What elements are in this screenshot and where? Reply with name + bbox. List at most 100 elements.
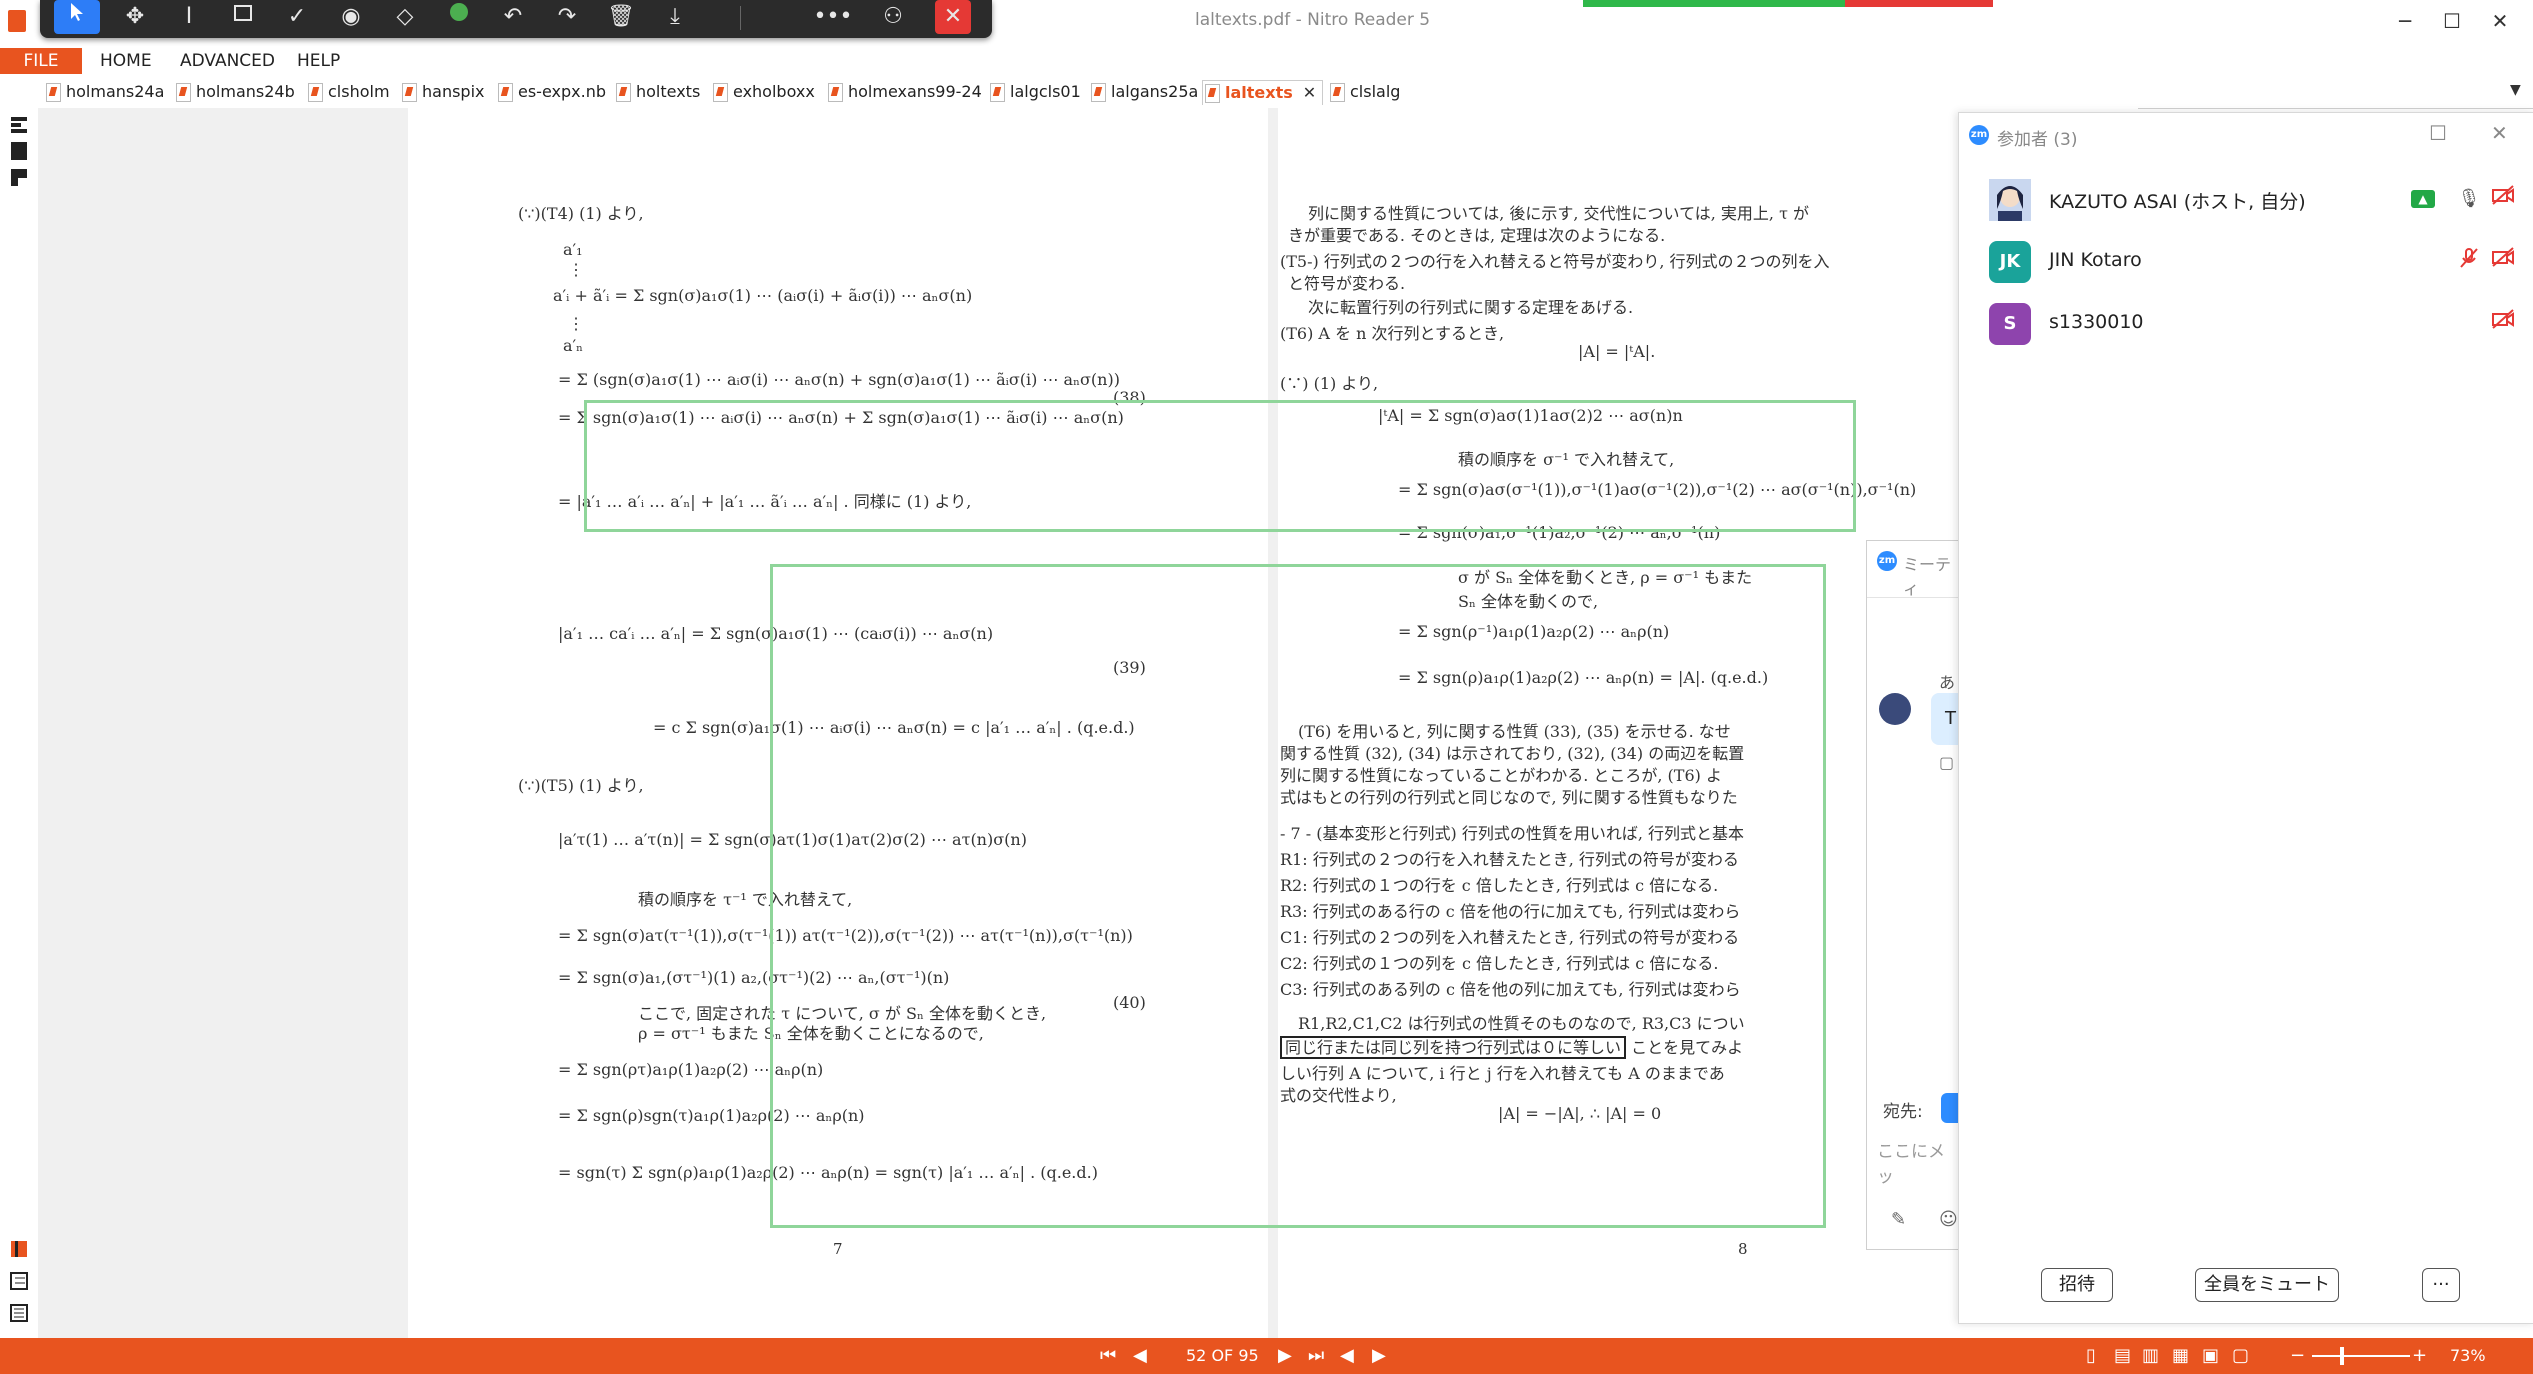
participant-row[interactable]: S s1330010 (1959, 295, 2533, 351)
next-page-icon[interactable]: ▶ (1278, 1343, 1292, 1369)
output-panel-icon[interactable] (8, 1302, 30, 1324)
window-title: laltexts.pdf - Nitro Reader 5 (1195, 10, 1431, 30)
tab-clslalg[interactable]: clslalg (1328, 80, 1400, 104)
redo-icon[interactable]: ↷ (544, 0, 590, 34)
close-icon[interactable]: ✕ (935, 0, 971, 34)
doc-line: 次に転置行列の行列式に関する定理をあげる. (1308, 298, 1634, 317)
tab-hanspix[interactable]: hanspix (400, 80, 485, 104)
doc-line: と符号が変わる. (1288, 274, 1406, 293)
rectangle-icon[interactable] (220, 0, 266, 34)
nitro-logo-icon (8, 10, 26, 32)
more-icon[interactable]: ••• (810, 0, 856, 34)
status-bar: ⏮ ◀ 52 OF 95 ▶ ⏭ ◀ ▶ ▯ ▤ ▥ ▦ ▣ ▢ − + 73% (0, 1338, 2533, 1374)
undo-icon[interactable]: ↶ (490, 0, 536, 34)
tab-clsholm[interactable]: clsholm (306, 80, 390, 104)
close-panel-icon[interactable]: ✕ (2491, 121, 2508, 145)
close-tab-icon[interactable]: ✕ (1303, 83, 1316, 102)
fit-width-icon[interactable]: ▢ (2232, 1343, 2249, 1369)
check-icon[interactable]: ✓ (274, 0, 320, 34)
tab-holmans24b[interactable]: holmans24b (174, 80, 295, 104)
pdf-icon (1330, 83, 1345, 102)
first-page-icon[interactable]: ⏮ (1100, 1343, 1116, 1369)
layers-panel-icon[interactable] (8, 1270, 30, 1292)
minimize-button[interactable]: ─ (2385, 6, 2425, 36)
format-icon[interactable]: ✎ (1891, 1209, 1906, 1230)
more-options-button[interactable]: ··· (2422, 1268, 2460, 1302)
tab-es-expx[interactable]: es-expx.nb (496, 80, 606, 104)
previous-view-icon[interactable]: ◀ (1340, 1343, 1354, 1369)
pages-panel-icon[interactable] (8, 114, 30, 136)
tab-lalgans25a[interactable]: lalgans25a (1089, 80, 1198, 104)
bookmarks-panel-icon[interactable] (8, 140, 30, 162)
microphone-muted-icon[interactable] (2455, 247, 2483, 275)
text-cursor-icon[interactable]: I (166, 0, 212, 34)
menu-advanced[interactable]: ADVANCED (180, 48, 275, 74)
participant-row[interactable]: JK JIN Kotaro (1959, 233, 2533, 289)
document-viewport[interactable]: (∵)(T4) (1) より, a′₁ ⋮ a′ᵢ + ã′ᵢ = Σ sgn(… (38, 108, 2138, 1338)
pdf-icon (308, 83, 323, 102)
facing-continuous-view-icon[interactable]: ▦ (2172, 1343, 2189, 1369)
comments-panel-icon[interactable] (8, 166, 30, 188)
invite-button[interactable]: 招待 (2041, 1268, 2113, 1302)
ribbon (0, 46, 2533, 76)
pdf-icon (828, 83, 843, 102)
single-page-view-icon[interactable]: ▯ (2086, 1343, 2096, 1369)
tab-holmans24a[interactable]: holmans24a (44, 80, 164, 104)
highlight-rectangle (584, 400, 1856, 532)
maximize-button[interactable]: ☐ (2432, 6, 2472, 36)
share-icon[interactable]: ⚇ (870, 0, 916, 34)
continuous-view-icon[interactable]: ▤ (2114, 1343, 2131, 1369)
avatar: S (1989, 303, 2031, 345)
page-indicator[interactable]: 52 OF 95 (1186, 1343, 1259, 1369)
tab-lalgcls01[interactable]: lalgcls01 (988, 80, 1081, 104)
doc-line: ⋮ (568, 314, 584, 333)
zoom-slider-thumb[interactable] (2340, 1347, 2344, 1365)
participants-title: 参加者 (3) (1997, 130, 2078, 150)
zoom-out-icon[interactable]: − (2290, 1343, 2305, 1369)
tab-list-chevron-icon[interactable]: ▼ (2510, 82, 2521, 98)
menu-home[interactable]: HOME (100, 48, 152, 74)
select-arrow-icon[interactable] (54, 0, 100, 34)
zoom-in-icon[interactable]: + (2412, 1343, 2427, 1369)
doc-line: |A| = |ᵗA|. (1578, 342, 1656, 361)
menu-help[interactable]: HELP (297, 48, 340, 74)
comment-icon[interactable]: ▢ (1939, 753, 1954, 772)
mute-all-button[interactable]: 全員をミュート (2195, 1268, 2339, 1302)
sender-avatar (1879, 693, 1911, 725)
delete-icon[interactable]: 🗑 (598, 0, 644, 34)
video-off-icon[interactable] (2489, 247, 2517, 275)
eraser-icon[interactable]: ◇ (382, 0, 428, 34)
download-icon[interactable]: ⤓ (652, 0, 698, 34)
previous-page-icon[interactable]: ◀ (1133, 1343, 1147, 1369)
doc-line: a′₁ (563, 240, 583, 259)
video-off-icon[interactable] (2489, 309, 2517, 337)
emoji-icon[interactable]: ☺ (1939, 1209, 1958, 1230)
popout-icon[interactable]: ☐ (2429, 121, 2447, 145)
zoom-logo-icon: zm (1877, 551, 1897, 571)
tab-laltexts[interactable]: laltexts ✕ (1202, 80, 1324, 105)
page-number: 8 (1738, 1240, 1748, 1258)
last-page-icon[interactable]: ⏭ (1308, 1343, 1324, 1369)
video-off-icon[interactable] (2489, 185, 2517, 213)
tab-holmexans99-24[interactable]: holmexans99-24 (826, 80, 982, 104)
zoom-level[interactable]: 73% (2450, 1343, 2486, 1369)
move-icon[interactable]: ✥ (112, 0, 158, 34)
facing-view-icon[interactable]: ▥ (2142, 1343, 2159, 1369)
attachments-panel-icon[interactable] (8, 1238, 30, 1260)
microphone-icon[interactable]: 🎙 (2455, 185, 2483, 213)
avatar: JK (1989, 241, 2031, 283)
participant-row[interactable]: KAZUTO ASAI (ホスト, 自分) ▲ 🎙 (1959, 171, 2533, 227)
menu-file[interactable]: FILE (0, 48, 82, 74)
close-window-button[interactable]: ✕ (2480, 6, 2520, 36)
pdf-icon (990, 83, 1005, 102)
tab-holtexts[interactable]: holtexts (614, 80, 700, 104)
chat-sender: あ (1939, 673, 1956, 692)
next-view-icon[interactable]: ▶ (1372, 1343, 1386, 1369)
stamp-icon[interactable]: ◉ (328, 0, 374, 34)
fit-page-icon[interactable]: ▣ (2202, 1343, 2219, 1369)
green-dot-icon[interactable] (436, 0, 482, 34)
zoom-slider-track[interactable] (2312, 1355, 2410, 1357)
chat-input[interactable]: ここにメッ (1877, 1137, 1961, 1187)
avatar (1989, 179, 2031, 221)
tab-exholboxx[interactable]: exholboxx (711, 80, 815, 104)
